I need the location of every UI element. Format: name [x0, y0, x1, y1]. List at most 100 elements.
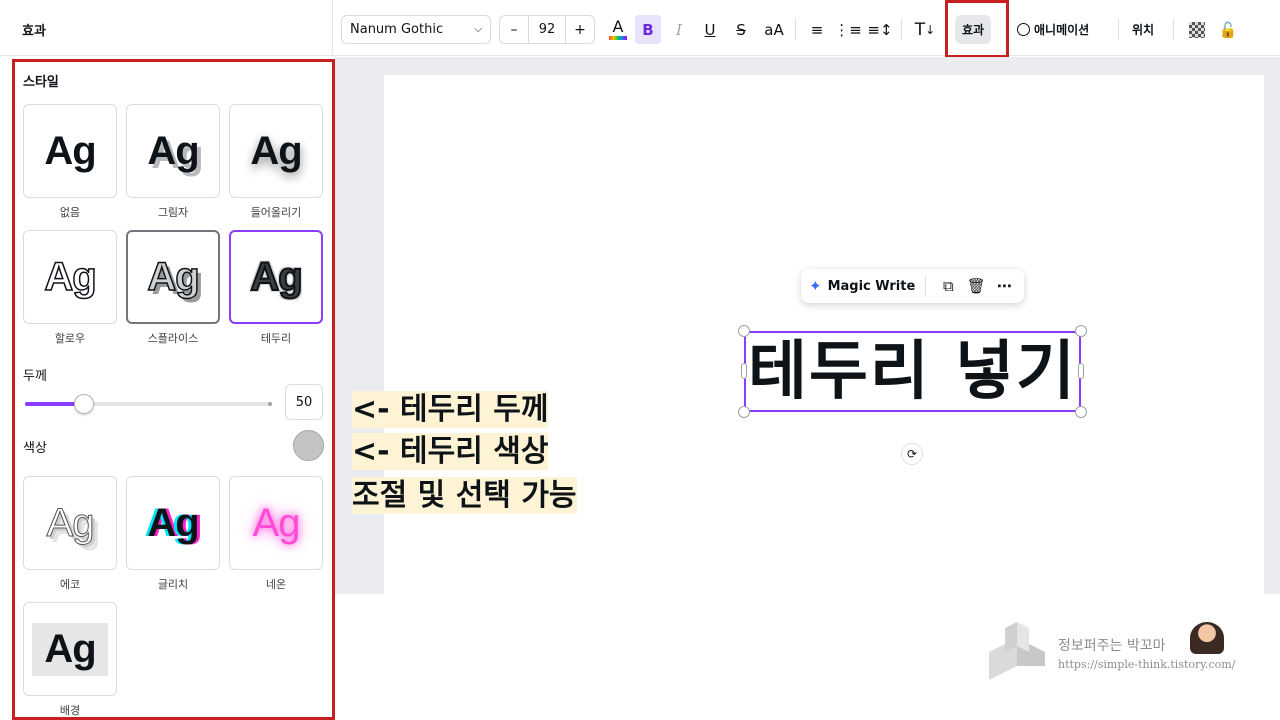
color-label: 색상 — [23, 441, 47, 456]
effect-preview: Ag — [147, 500, 199, 545]
effect-neon-label: 네온 — [265, 578, 287, 591]
text-color-button[interactable]: A — [605, 15, 631, 44]
resize-handle-top-right[interactable] — [1075, 325, 1087, 337]
decrease-size-button[interactable]: – — [500, 16, 528, 43]
list-icon[interactable]: ⋮≡ — [834, 15, 862, 44]
font-size-stepper[interactable]: – 92 + — [499, 15, 595, 44]
effect-shadow-label: 그림자 — [157, 206, 189, 219]
toolbar-divider — [1118, 18, 1119, 40]
effect-splice-tile[interactable]: Ag — [126, 230, 220, 324]
underline-button[interactable]: U — [697, 15, 723, 44]
toolbar-divider — [1173, 18, 1174, 40]
annotation-line-2: <- 테두리 색상 — [352, 433, 549, 470]
effect-neon-tile[interactable]: Ag — [229, 476, 323, 570]
resize-handle-top-left[interactable] — [738, 325, 750, 337]
panel-title: 효과 — [22, 24, 46, 39]
align-center-icon[interactable]: ≡ — [804, 15, 830, 44]
effect-lift-label: 들어올리기 — [250, 206, 302, 219]
effect-none-label: 없음 — [59, 206, 81, 219]
effects-panel: 스타일 Ag 없음 Ag 그림자 Ag 들어올리기 Ag 할로우 Ag 스플라이… — [12, 59, 335, 720]
chevron-down-icon: ⌵ — [474, 24, 482, 35]
magic-write-button[interactable]: ✦ Magic Write — [801, 277, 915, 295]
effect-preview: Ag — [252, 500, 301, 545]
thickness-value-input[interactable]: 50 — [285, 384, 323, 420]
watermark-logo-icon — [989, 622, 1045, 680]
strikethrough-button[interactable]: S — [728, 15, 754, 44]
thickness-slider[interactable] — [25, 394, 272, 414]
effect-glitch-label: 글리치 — [157, 578, 189, 591]
floating-divider — [925, 276, 927, 296]
effect-background-label: 배경 — [59, 704, 81, 717]
font-name: Nanum Gothic — [350, 22, 444, 37]
bold-button[interactable]: B — [635, 15, 661, 44]
effect-background-tile[interactable]: Ag — [23, 602, 117, 696]
selected-text-box[interactable]: 테두리 넣기 — [744, 331, 1081, 412]
toolbar-divider — [901, 18, 902, 40]
effect-preview: Ag — [147, 128, 199, 173]
resize-handle-right[interactable] — [1078, 363, 1084, 379]
more-icon[interactable]: ⋯ — [990, 277, 1018, 295]
color-swatch[interactable] — [293, 430, 324, 461]
watermark-url: https://simple-think.tistory.com/ — [1058, 658, 1236, 671]
toolbar-divider — [795, 18, 796, 40]
effect-preview: Ag — [32, 622, 108, 676]
animate-button[interactable]: 애니메이션 — [1017, 15, 1089, 44]
effect-echo-tile[interactable]: Ag — [23, 476, 117, 570]
spacing-icon[interactable]: ≡↕ — [867, 15, 893, 44]
resize-handle-bottom-left[interactable] — [738, 406, 750, 418]
thickness-label: 두께 — [23, 369, 47, 384]
vertical-text-button[interactable]: T ↓ — [910, 15, 940, 44]
effects-panel-header: 효과 — [0, 0, 333, 56]
effect-splice-label: 스플라이스 — [147, 332, 199, 345]
animate-icon — [1017, 23, 1030, 36]
effect-shadow-tile[interactable]: Ag — [126, 104, 220, 198]
duplicate-icon[interactable]: ⧉ — [934, 277, 962, 295]
animate-label: 애니메이션 — [1034, 23, 1090, 37]
trash-icon[interactable]: 🗑 — [962, 277, 990, 295]
watermark-name: 정보퍼주는 박꼬마 — [1058, 638, 1166, 654]
resize-handle-left[interactable] — [741, 363, 747, 379]
editor-window: 효과 스타일 Ag 없음 Ag 그림자 Ag 들어올리기 Ag 할로우 Ag 스… — [0, 0, 1280, 720]
position-button[interactable]: 위치 — [1132, 15, 1154, 44]
checker-icon — [1189, 21, 1205, 38]
text-color-icon: A — [612, 16, 624, 36]
slider-end-dot — [268, 402, 272, 406]
effect-preview: Ag — [44, 254, 98, 300]
font-size-value[interactable]: 92 — [528, 16, 566, 43]
increase-size-button[interactable]: + — [566, 16, 594, 43]
effect-preview: Ag — [249, 254, 303, 300]
annotation-line-1: <- 테두리 두께 — [352, 391, 549, 428]
style-label: 스타일 — [23, 75, 59, 90]
font-family-select[interactable]: Nanum Gothic ⌵ — [341, 15, 491, 44]
magic-write-label: Magic Write — [827, 278, 916, 294]
vertical-text-icon: T — [914, 19, 926, 40]
lock-icon[interactable]: 🔓 — [1215, 15, 1241, 44]
effect-preview: Ag — [46, 500, 95, 545]
transparency-icon[interactable] — [1184, 15, 1210, 44]
effect-hollow-label: 할로우 — [54, 332, 86, 345]
effect-outline-label: 테두리 — [260, 332, 292, 345]
effect-hollow-tile[interactable]: Ag — [23, 230, 117, 324]
effect-none-tile[interactable]: Ag — [23, 104, 117, 198]
arrow-down-icon: ↓ — [925, 22, 936, 37]
resize-handle-bottom-right[interactable] — [1075, 406, 1087, 418]
color-bar-icon — [609, 35, 627, 40]
slider-handle[interactable] — [74, 394, 95, 414]
rotate-icon[interactable]: ⟳ — [901, 443, 923, 465]
effect-preview: Ag — [44, 128, 96, 173]
effect-outline-tile[interactable]: Ag — [229, 230, 323, 324]
letter-case-button[interactable]: aA — [759, 15, 789, 44]
effect-preview: Ag — [147, 254, 201, 300]
effect-lift-tile[interactable]: Ag — [229, 104, 323, 198]
effect-glitch-tile[interactable]: Ag — [126, 476, 220, 570]
effects-highlight-box — [945, 0, 1009, 58]
floating-toolbar: ✦ Magic Write ⧉ 🗑 ⋯ — [801, 269, 1024, 303]
selected-text[interactable]: 테두리 넣기 — [746, 333, 1079, 410]
effect-preview: Ag — [250, 128, 302, 173]
text-toolbar: Nanum Gothic ⌵ – 92 + A B I U S aA ≡ ⋮≡ … — [333, 0, 1280, 56]
magic-wand-icon: ✦ — [809, 277, 822, 295]
effect-echo-label: 에코 — [59, 578, 81, 591]
watermark-avatar — [1190, 622, 1224, 654]
annotation-line-3: 조절 및 선택 가능 — [352, 477, 577, 514]
italic-button[interactable]: I — [666, 15, 692, 44]
